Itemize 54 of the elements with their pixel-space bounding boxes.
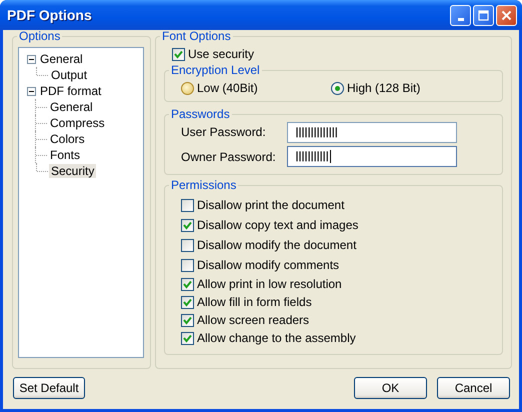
checkbox[interactable] (181, 332, 194, 344)
password-field[interactable]: ||||||||||| (287, 146, 457, 168)
tree-item[interactable]: General (48, 100, 95, 114)
close-icon (501, 10, 512, 20)
checkbox[interactable] (181, 314, 194, 326)
tree-item[interactable]: Output (49, 68, 90, 82)
radio-label: Low (40Bit) (197, 81, 258, 95)
cancel-button[interactable]: Cancel (437, 377, 510, 399)
checkbox[interactable] (181, 238, 194, 252)
checkbox-label: Allow print in low resolution (197, 277, 342, 291)
window-title: PDF Options (7, 7, 93, 23)
tree-item[interactable]: General (38, 52, 85, 66)
checkbox[interactable] (181, 218, 194, 232)
checkbox[interactable] (181, 278, 194, 290)
field-label: User Password: (181, 125, 267, 140)
password-mask: |||||||||||||| (294, 126, 336, 138)
minimize-icon (458, 18, 464, 20)
field-label: Owner Password: (181, 150, 277, 164)
radio-button[interactable] (181, 82, 194, 94)
tree-item[interactable]: Fonts (48, 148, 82, 162)
group-title: Options (18, 30, 62, 43)
password-mask: ||||||||||| (294, 151, 328, 162)
collapse-icon[interactable] (27, 86, 36, 96)
checkbox[interactable] (172, 48, 185, 60)
tree-item[interactable]: PDF format (38, 84, 104, 98)
checkbox[interactable] (181, 296, 194, 308)
checkbox-label: Allow screen readers (197, 313, 310, 327)
maximize-icon (478, 10, 489, 20)
set-default-button[interactable]: Set Default (13, 377, 85, 399)
password-field[interactable]: |||||||||||||| (287, 122, 457, 143)
checkbox-label: Use security (188, 47, 254, 61)
group-title: Permissions (170, 179, 238, 192)
minimize-button[interactable] (450, 4, 471, 26)
checkbox-label: Disallow modify the document (197, 238, 356, 252)
checkbox[interactable] (181, 198, 194, 212)
ok-button[interactable]: OK (354, 377, 427, 399)
collapse-icon[interactable] (27, 54, 36, 64)
close-button[interactable] (496, 4, 517, 26)
checkbox-label: Allow change to the assembly (197, 331, 356, 345)
tree-item[interactable]: Colors (48, 132, 87, 146)
radio-label: High (128 Bit) (347, 81, 420, 95)
tree-item[interactable]: Compress (48, 116, 107, 130)
checkbox-label: Allow fill in form fields (197, 295, 312, 309)
tree-item[interactable]: Security (49, 164, 96, 178)
checkbox[interactable] (181, 258, 194, 272)
radio-button[interactable] (331, 82, 344, 94)
maximize-button[interactable] (473, 4, 494, 26)
group-title: Passwords (170, 108, 231, 121)
group-title: Encryption Level (170, 64, 261, 77)
checkbox-label: Disallow modify comments (197, 258, 340, 272)
group-title: Font Options (161, 30, 232, 43)
checkbox-label: Disallow print the document (197, 198, 344, 212)
tree-view[interactable]: General Output PDF format General Compress Colors Fonts Security (18, 47, 144, 358)
checkbox-label: Disallow copy text and images (197, 218, 358, 232)
